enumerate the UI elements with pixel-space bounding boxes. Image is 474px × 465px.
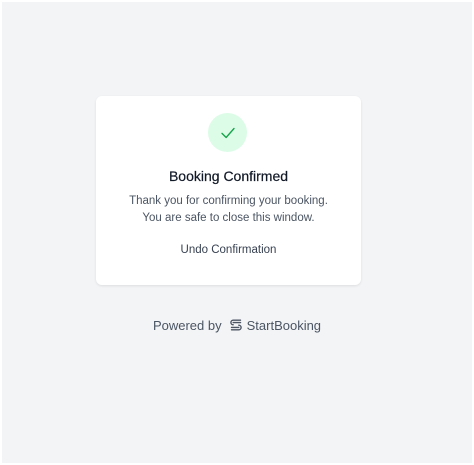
powered-by-label: Powered by [152,317,222,333]
message-line-1: Thank you for confirming your booking. [129,195,328,207]
powered-by-footer: Powered by StartBooking [2,317,472,333]
success-badge [208,113,247,152]
confirmation-title: Booking Confirmed [168,168,289,184]
brand-name: StartBooking [246,317,322,333]
undo-confirmation-button[interactable]: Undo Confirmation [96,244,361,256]
confirmation-message: Thank you for confirming your booking. Y… [96,193,361,227]
check-icon [220,127,235,138]
startbooking-logo-icon [229,319,242,331]
startbooking-link[interactable]: StartBooking [228,317,321,333]
confirmation-card: Booking Confirmed Thank you for confirmi… [96,96,361,285]
page-background: Booking Confirmed Thank you for confirmi… [2,2,472,463]
message-line-2: You are safe to close this window. [142,212,315,224]
